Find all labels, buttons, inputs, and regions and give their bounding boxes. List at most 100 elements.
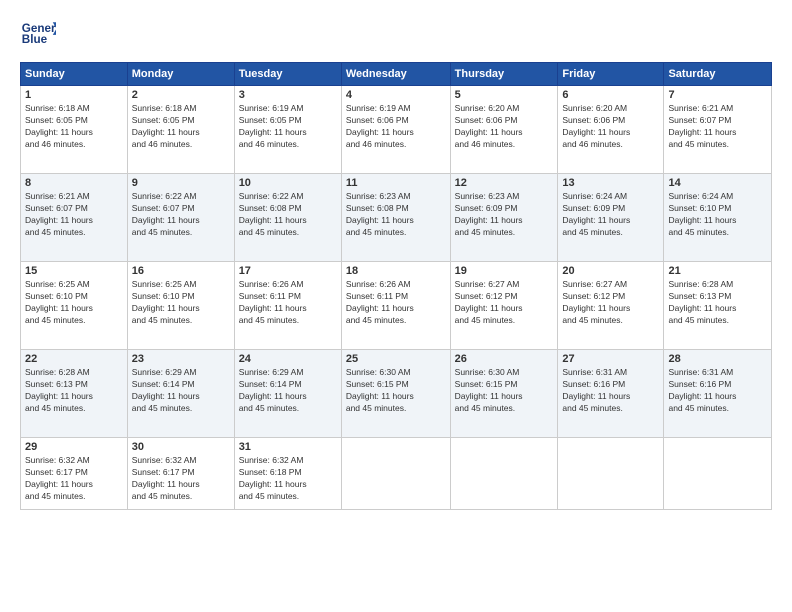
col-header-friday: Friday — [558, 63, 664, 86]
day-info: Sunrise: 6:21 AM Sunset: 6:07 PM Dayligh… — [25, 191, 123, 239]
day-info: Sunrise: 6:32 AM Sunset: 6:18 PM Dayligh… — [239, 455, 337, 503]
calendar-cell: 30 Sunrise: 6:32 AM Sunset: 6:17 PM Dayli… — [127, 438, 234, 510]
day-number: 23 — [132, 353, 230, 365]
calendar-page: General Blue SundayMondayTuesdayWednesda… — [0, 0, 792, 612]
calendar-cell: 28Sunrise: 6:31 AM Sunset: 6:16 PM Dayli… — [664, 350, 772, 438]
calendar-cell: 23Sunrise: 6:29 AM Sunset: 6:14 PM Dayli… — [127, 350, 234, 438]
day-info: Sunrise: 6:32 AM Sunset: 6:17 PM Dayligh… — [25, 455, 123, 503]
day-number: 10 — [239, 177, 337, 189]
calendar-cell: 27 Sunrise: 6:31 AM Sunset: 6:16 PM Dayli… — [558, 350, 664, 438]
col-header-thursday: Thursday — [450, 63, 558, 86]
calendar-cell: 7 Sunrise: 6:21 AM Sunset: 6:07 PM Daylig… — [664, 86, 772, 174]
calendar-cell: 12Sunrise: 6:23 AM Sunset: 6:09 PM Dayli… — [450, 174, 558, 262]
calendar-cell: 22 Sunrise: 6:28 AM Sunset: 6:13 PM Dayli… — [21, 350, 128, 438]
calendar-cell: 1 Sunrise: 6:18 AM Sunset: 6:05 PM Daylig… — [21, 86, 128, 174]
day-number: 27 — [562, 353, 659, 365]
calendar-cell — [664, 438, 772, 510]
calendar-cell: 17Sunrise: 6:26 AM Sunset: 6:11 PM Dayli… — [234, 262, 341, 350]
day-info: Sunrise: 6:20 AM Sunset: 6:06 PM Dayligh… — [562, 103, 659, 151]
calendar-cell: 5 Sunrise: 6:20 AM Sunset: 6:06 PM Daylig… — [450, 86, 558, 174]
logo: General Blue — [20, 16, 60, 52]
day-number: 8 — [25, 177, 123, 189]
calendar-cell: 14 Sunrise: 6:24 AM Sunset: 6:10 PM Dayli… — [664, 174, 772, 262]
day-number: 15 — [25, 265, 123, 277]
calendar-cell: 8 Sunrise: 6:21 AM Sunset: 6:07 PM Daylig… — [21, 174, 128, 262]
calendar-cell: 25 Sunrise: 6:30 AM Sunset: 6:15 PM Dayli… — [341, 350, 450, 438]
calendar-cell: 4 Sunrise: 6:19 AM Sunset: 6:06 PM Daylig… — [341, 86, 450, 174]
day-info: Sunrise: 6:27 AM Sunset: 6:12 PM Dayligh… — [455, 279, 554, 327]
day-number: 1 — [25, 89, 123, 101]
calendar-cell: 18 Sunrise: 6:26 AM Sunset: 6:11 PM Dayli… — [341, 262, 450, 350]
day-info: Sunrise: 6:29 AM Sunset: 6:14 PM Dayligh… — [239, 367, 337, 415]
day-number: 5 — [455, 89, 554, 101]
day-info: Sunrise: 6:19 AM Sunset: 6:06 PM Dayligh… — [346, 103, 446, 151]
day-info: Sunrise: 6:23 AM Sunset: 6:08 PM Dayligh… — [346, 191, 446, 239]
day-info: Sunrise: 6:19 AM Sunset: 6:05 PM Dayligh… — [239, 103, 337, 151]
day-info: Sunrise: 6:28 AM Sunset: 6:13 PM Dayligh… — [668, 279, 767, 327]
calendar-cell: 31 Sunrise: 6:32 AM Sunset: 6:18 PM Dayli… — [234, 438, 341, 510]
calendar-table: SundayMondayTuesdayWednesdayThursdayFrid… — [20, 62, 772, 510]
day-info: Sunrise: 6:31 AM Sunset: 6:16 PM Dayligh… — [668, 367, 767, 415]
calendar-cell: 15 Sunrise: 6:25 AM Sunset: 6:10 PM Dayli… — [21, 262, 128, 350]
day-info: Sunrise: 6:24 AM Sunset: 6:09 PM Dayligh… — [562, 191, 659, 239]
day-info: Sunrise: 6:30 AM Sunset: 6:15 PM Dayligh… — [455, 367, 554, 415]
day-number: 4 — [346, 89, 446, 101]
day-number: 14 — [668, 177, 767, 189]
calendar-cell: 21 Sunrise: 6:28 AM Sunset: 6:13 PM Dayli… — [664, 262, 772, 350]
calendar-cell: 19 Sunrise: 6:27 AM Sunset: 6:12 PM Dayli… — [450, 262, 558, 350]
day-number: 3 — [239, 89, 337, 101]
day-number: 7 — [668, 89, 767, 101]
day-info: Sunrise: 6:24 AM Sunset: 6:10 PM Dayligh… — [668, 191, 767, 239]
svg-text:Blue: Blue — [22, 33, 48, 46]
day-info: Sunrise: 6:27 AM Sunset: 6:12 PM Dayligh… — [562, 279, 659, 327]
day-number: 31 — [239, 441, 337, 453]
day-number: 19 — [455, 265, 554, 277]
logo-icon: General Blue — [20, 16, 56, 52]
day-info: Sunrise: 6:31 AM Sunset: 6:16 PM Dayligh… — [562, 367, 659, 415]
day-info: Sunrise: 6:22 AM Sunset: 6:07 PM Dayligh… — [132, 191, 230, 239]
day-number: 12 — [455, 177, 554, 189]
calendar-cell — [341, 438, 450, 510]
day-number: 25 — [346, 353, 446, 365]
calendar-cell: 16 Sunrise: 6:25 AM Sunset: 6:10 PM Dayli… — [127, 262, 234, 350]
day-number: 6 — [562, 89, 659, 101]
day-info: Sunrise: 6:30 AM Sunset: 6:15 PM Dayligh… — [346, 367, 446, 415]
col-header-saturday: Saturday — [664, 63, 772, 86]
col-header-wednesday: Wednesday — [341, 63, 450, 86]
day-number: 9 — [132, 177, 230, 189]
calendar-cell: 6 Sunrise: 6:20 AM Sunset: 6:06 PM Daylig… — [558, 86, 664, 174]
day-number: 21 — [668, 265, 767, 277]
day-info: Sunrise: 6:20 AM Sunset: 6:06 PM Dayligh… — [455, 103, 554, 151]
day-number: 30 — [132, 441, 230, 453]
day-number: 26 — [455, 353, 554, 365]
calendar-cell: 10 Sunrise: 6:22 AM Sunset: 6:08 PM Dayli… — [234, 174, 341, 262]
day-info: Sunrise: 6:21 AM Sunset: 6:07 PM Dayligh… — [668, 103, 767, 151]
day-number: 13 — [562, 177, 659, 189]
day-info: Sunrise: 6:28 AM Sunset: 6:13 PM Dayligh… — [25, 367, 123, 415]
col-header-sunday: Sunday — [21, 63, 128, 86]
col-header-monday: Monday — [127, 63, 234, 86]
calendar-cell — [558, 438, 664, 510]
day-info: Sunrise: 6:25 AM Sunset: 6:10 PM Dayligh… — [132, 279, 230, 327]
day-info: Sunrise: 6:32 AM Sunset: 6:17 PM Dayligh… — [132, 455, 230, 503]
calendar-cell: 26 Sunrise: 6:30 AM Sunset: 6:15 PM Dayli… — [450, 350, 558, 438]
calendar-cell: 20 Sunrise: 6:27 AM Sunset: 6:12 PM Dayli… — [558, 262, 664, 350]
day-number: 20 — [562, 265, 659, 277]
day-number: 2 — [132, 89, 230, 101]
day-info: Sunrise: 6:18 AM Sunset: 6:05 PM Dayligh… — [25, 103, 123, 151]
calendar-cell: 29Sunrise: 6:32 AM Sunset: 6:17 PM Dayli… — [21, 438, 128, 510]
day-number: 22 — [25, 353, 123, 365]
day-info: Sunrise: 6:25 AM Sunset: 6:10 PM Dayligh… — [25, 279, 123, 327]
day-number: 16 — [132, 265, 230, 277]
day-number: 11 — [346, 177, 446, 189]
day-info: Sunrise: 6:26 AM Sunset: 6:11 PM Dayligh… — [346, 279, 446, 327]
day-number: 24 — [239, 353, 337, 365]
calendar-cell: 11 Sunrise: 6:23 AM Sunset: 6:08 PM Dayli… — [341, 174, 450, 262]
col-header-tuesday: Tuesday — [234, 63, 341, 86]
calendar-cell: 24 Sunrise: 6:29 AM Sunset: 6:14 PM Dayli… — [234, 350, 341, 438]
calendar-header-row: SundayMondayTuesdayWednesdayThursdayFrid… — [21, 63, 772, 86]
day-info: Sunrise: 6:26 AM Sunset: 6:11 PM Dayligh… — [239, 279, 337, 327]
calendar-cell — [450, 438, 558, 510]
day-info: Sunrise: 6:22 AM Sunset: 6:08 PM Dayligh… — [239, 191, 337, 239]
day-number: 18 — [346, 265, 446, 277]
